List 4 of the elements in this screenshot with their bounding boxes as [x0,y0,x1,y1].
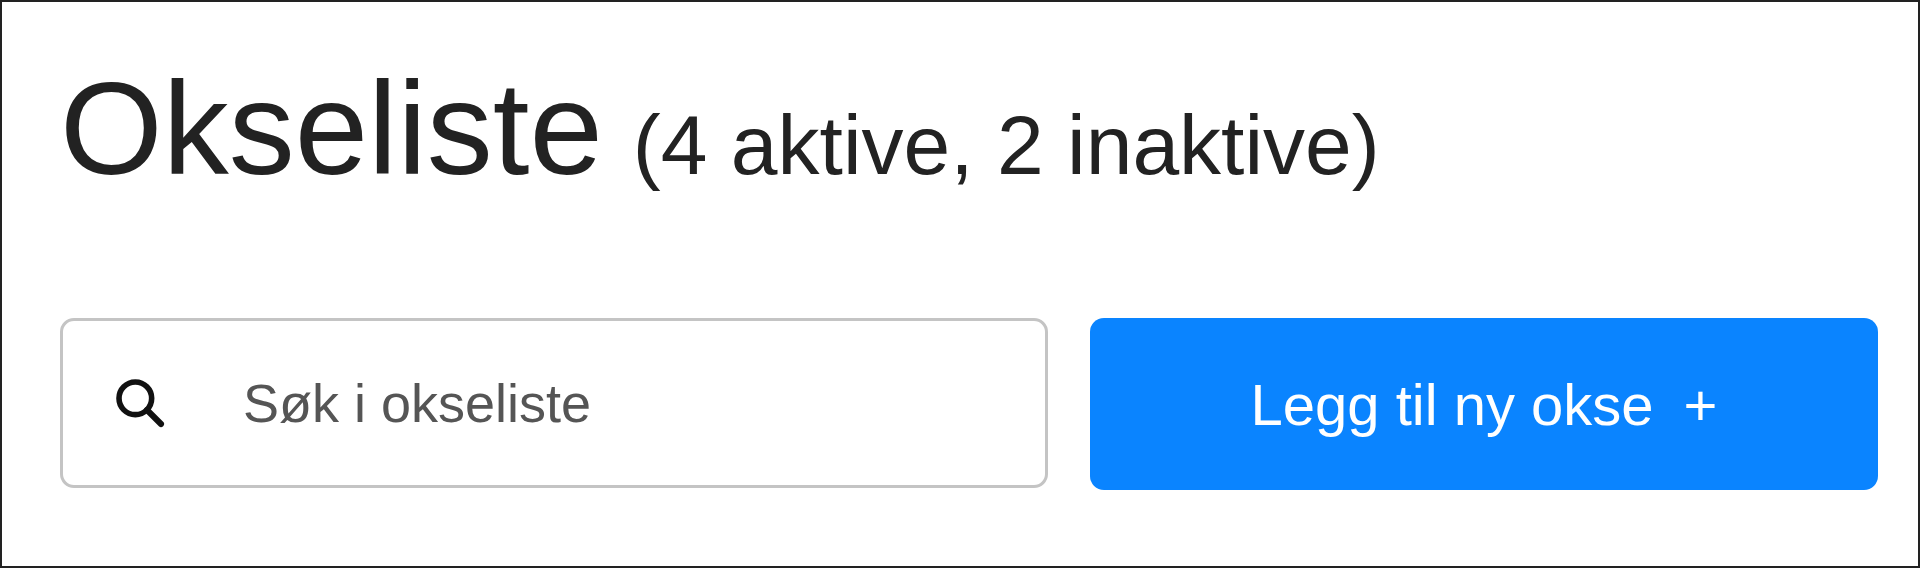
page-title: Okseliste [60,54,603,204]
add-bull-button[interactable]: Legg til ny okse + [1090,318,1878,491]
count-summary: (4 aktive, 2 inaktive) [632,97,1380,194]
search-field[interactable]: Søk i okseliste [60,318,1048,489]
